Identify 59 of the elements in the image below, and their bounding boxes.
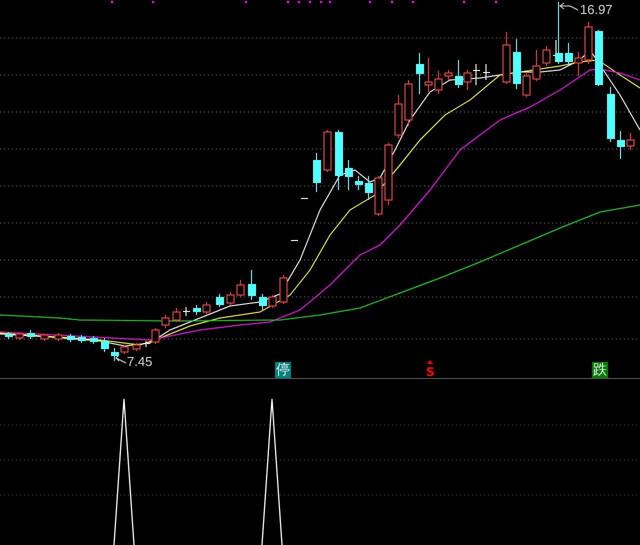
candlestick xyxy=(444,70,452,80)
candlestick xyxy=(502,32,510,84)
candlestick xyxy=(355,176,363,190)
candlestick xyxy=(404,80,412,126)
candlestick xyxy=(27,330,35,340)
candlestick xyxy=(522,72,530,98)
candlestick xyxy=(120,344,128,354)
candlestick xyxy=(78,334,86,344)
candlestick xyxy=(236,280,244,298)
candlestick xyxy=(384,142,392,206)
signal-badge: 停 xyxy=(275,362,291,379)
candlestick xyxy=(434,70,442,94)
candlestick xyxy=(5,332,13,340)
candlestick xyxy=(565,42,573,66)
candlestick xyxy=(542,46,550,66)
candlestick xyxy=(90,336,98,344)
candlestick xyxy=(513,38,521,90)
candlestick xyxy=(280,274,288,304)
candlestick xyxy=(290,240,298,242)
leader-line xyxy=(115,354,126,364)
candlestick xyxy=(172,308,180,322)
candlestick xyxy=(111,348,119,362)
low-price-label: 7.45 xyxy=(127,354,152,369)
candlestick xyxy=(40,334,48,342)
candlestick xyxy=(101,338,109,352)
candlestick xyxy=(226,292,234,306)
candlestick xyxy=(16,332,24,340)
candlestick xyxy=(193,304,201,316)
candlestick xyxy=(324,130,332,172)
up-arrow-icon xyxy=(427,360,433,364)
candlestick xyxy=(162,314,170,328)
candlestick xyxy=(595,30,603,86)
candlestick xyxy=(482,64,490,80)
candlestick xyxy=(365,176,373,200)
candlestick xyxy=(216,294,224,308)
candlestick xyxy=(313,152,321,192)
candlestick xyxy=(607,86,615,142)
candlestick xyxy=(202,302,210,314)
candlestick xyxy=(584,22,592,64)
sell-signal-label: S xyxy=(425,364,436,381)
candlestick xyxy=(335,130,343,190)
signal-badge: 跌 xyxy=(592,362,608,379)
candlestick xyxy=(268,294,276,308)
candlestick xyxy=(394,94,402,138)
candlestick xyxy=(54,332,62,342)
candlestick xyxy=(374,176,382,216)
candlestick xyxy=(300,198,308,200)
leader-line xyxy=(559,2,578,10)
candlestick xyxy=(182,306,190,316)
candlestick xyxy=(67,334,75,342)
candlestick xyxy=(626,132,634,150)
candlestick xyxy=(345,160,353,190)
candlestick xyxy=(259,294,267,310)
candlestick xyxy=(574,52,582,76)
high-price-label: 16.97 xyxy=(580,2,613,17)
candlestick xyxy=(617,130,625,160)
candlestick xyxy=(248,270,256,300)
candlestick xyxy=(532,50,540,82)
candlestick xyxy=(132,342,140,352)
